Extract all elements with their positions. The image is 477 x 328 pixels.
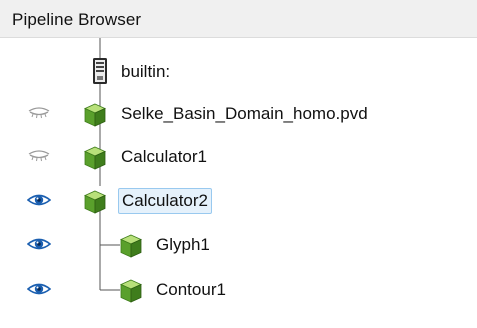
eye-open-icon[interactable] <box>26 192 52 208</box>
pipeline-browser-panel: Pipeline Browser builtin: Selke_Basin_Do… <box>0 0 477 328</box>
pipeline-tree: builtin: Selke_Basin_Domain_homo.pvd Cal… <box>0 38 477 328</box>
eye-open-icon[interactable] <box>26 236 52 252</box>
server-icon <box>90 57 112 84</box>
pipeline-item-contour1[interactable]: Contour1 <box>0 272 477 308</box>
pipeline-item-glyph1[interactable]: Glyph1 <box>0 227 477 263</box>
dataset-cube-icon <box>84 103 106 127</box>
eye-open-icon[interactable] <box>26 281 52 297</box>
filter-cube-icon <box>120 234 142 258</box>
panel-title: Pipeline Browser <box>12 10 142 29</box>
pipeline-item-label: builtin: <box>121 62 171 81</box>
pipeline-item-label: Contour1 <box>156 280 226 299</box>
pipeline-item-calculator2[interactable]: Calculator2 <box>0 183 477 219</box>
pipeline-item-label: Glyph1 <box>156 235 210 254</box>
eye-closed-icon[interactable] <box>27 148 51 164</box>
pipeline-item-calculator1[interactable]: Calculator1 <box>0 139 477 175</box>
filter-cube-icon <box>84 190 106 214</box>
panel-titlebar: Pipeline Browser <box>0 0 477 38</box>
pipeline-item-label-selected: Calculator2 <box>118 188 212 214</box>
pipeline-item-builtin[interactable]: builtin: <box>0 54 477 90</box>
pipeline-item-selke-basin-domain[interactable]: Selke_Basin_Domain_homo.pvd <box>0 96 477 132</box>
pipeline-item-label: Selke_Basin_Domain_homo.pvd <box>121 104 368 123</box>
pipeline-item-label: Calculator1 <box>121 147 207 166</box>
eye-closed-icon[interactable] <box>27 105 51 121</box>
filter-cube-icon <box>84 146 106 170</box>
filter-cube-icon <box>120 279 142 303</box>
